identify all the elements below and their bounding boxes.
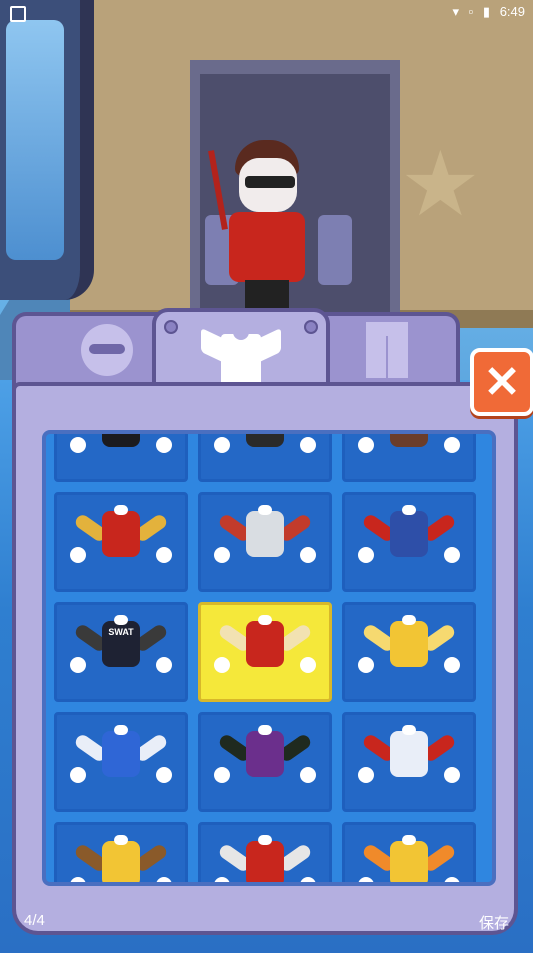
shirt-icon: [66, 434, 176, 467]
page-indicator: 4/4: [24, 912, 45, 929]
outfit-item-orange-tank[interactable]: [342, 822, 476, 882]
star-emblem: ★: [400, 135, 481, 235]
shirt-icon: [66, 725, 176, 797]
outfit-item-outfit-2[interactable]: [198, 434, 332, 482]
tab-glasses[interactable]: [52, 312, 162, 387]
sunglasses-icon: [81, 323, 133, 376]
status-time: 6:49: [499, 4, 525, 19]
outfit-item-space-suit[interactable]: [198, 492, 332, 592]
battery-icon: ▮: [482, 4, 491, 19]
outfit-grid-scroll[interactable]: SWAT: [42, 430, 496, 886]
shirt-icon: [210, 835, 320, 882]
shirt-icon: [210, 725, 320, 797]
close-icon: ✕: [483, 357, 521, 407]
status-bar: ▾ ▫ ▮ 6:49: [0, 0, 533, 26]
wardrobe-frame: SWAT: [12, 382, 518, 935]
shirt-icon: [354, 725, 464, 797]
rivet: [304, 320, 318, 334]
wardrobe-panel: SWAT ✕: [12, 308, 533, 935]
shirt-icon: [210, 434, 320, 467]
notification-icon: [10, 6, 26, 22]
outfit-item-yellow-hoodie[interactable]: [342, 602, 476, 702]
save-button[interactable]: 保存: [479, 912, 509, 933]
shirt-icon: [210, 615, 320, 687]
shirt-icon: [354, 505, 464, 577]
pants-icon: [364, 321, 410, 378]
shirt-icon: [210, 505, 320, 577]
shirt-icon: [66, 505, 176, 577]
outfit-item-captain-suit[interactable]: [342, 492, 476, 592]
helicopter-window: [0, 0, 94, 300]
outfit-item-race-jacket[interactable]: [198, 822, 332, 882]
wifi-icon: ▾: [452, 4, 460, 19]
outfit-item-outfit-3[interactable]: [342, 434, 476, 482]
outfit-item-tattoo-vest[interactable]: [54, 822, 188, 882]
shirt-icon: [354, 434, 464, 467]
shirt-icon: [354, 615, 464, 687]
outfit-item-wrestler-top[interactable]: [198, 712, 332, 812]
tshirt-icon: [199, 324, 283, 390]
outfit-item-red-jacket[interactable]: [198, 602, 332, 702]
outfit-item-sailor-top[interactable]: [342, 712, 476, 812]
player-character: [208, 140, 325, 310]
no-sim-icon: ▫: [468, 4, 474, 19]
outfit-item-outfit-1[interactable]: [54, 434, 188, 482]
outfit-item-blue-hoodie[interactable]: [54, 712, 188, 812]
shirt-icon: SWAT: [66, 615, 176, 687]
swat-label: SWAT: [108, 627, 134, 637]
tab-pants[interactable]: [332, 312, 442, 387]
outfit-item-swat-vest[interactable]: SWAT: [54, 602, 188, 702]
shirt-icon: [354, 835, 464, 882]
outfit-item-iron-suit[interactable]: [54, 492, 188, 592]
rivet: [164, 320, 178, 334]
shirt-icon: [66, 835, 176, 882]
close-button[interactable]: ✕: [470, 348, 533, 416]
outfit-grid: SWAT: [54, 434, 490, 882]
